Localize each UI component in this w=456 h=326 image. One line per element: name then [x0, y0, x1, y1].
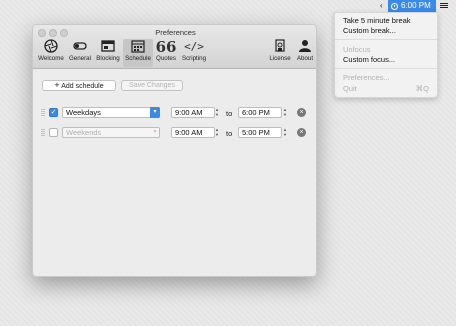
preferences-window: Preferences Welcome General Blocking Sch…	[32, 24, 317, 277]
chevron-down-icon: ▾	[150, 107, 160, 118]
tab-label: General	[68, 55, 91, 62]
tab-label: About	[296, 55, 314, 62]
days-select[interactable]: Weekends ▾	[62, 127, 160, 138]
certificate-icon	[267, 39, 293, 55]
start-time-field[interactable]: 9:00 AM	[171, 107, 215, 118]
menu-item-custom-focus[interactable]: Custom focus...	[343, 55, 395, 64]
quote-icon: 66	[155, 38, 177, 56]
code-icon: </>	[184, 40, 204, 53]
tab-general[interactable]: General	[67, 39, 93, 67]
plus-icon: +	[54, 80, 60, 90]
tab-scripting[interactable]: </> Scripting	[179, 39, 209, 67]
menu-separator	[335, 68, 437, 69]
tab-welcome[interactable]: Welcome	[36, 39, 66, 67]
days-select[interactable]: Weekdays ▾	[62, 107, 160, 118]
person-icon	[294, 39, 316, 55]
menu-item-preferences: Preferences...	[343, 73, 390, 82]
status-item-time: 6:00 PM	[401, 1, 431, 10]
quit-shortcut: ⌘Q	[415, 84, 429, 93]
schedule-row: ✓ Weekdays ▾ 9:00 AM ▲ ▼ to 6:00 PM ▲ ▼ ×	[33, 106, 316, 120]
tab-about[interactable]: About	[294, 39, 316, 67]
start-time-field[interactable]: 9:00 AM	[171, 127, 215, 138]
schedule-enabled-checkbox[interactable]: ✓	[49, 108, 58, 117]
tab-label: Quotes	[156, 55, 176, 62]
chevron-down-icon: ▾	[153, 129, 157, 135]
chevron-left-icon[interactable]: ‹	[380, 1, 383, 10]
add-schedule-label: Add schedule	[61, 83, 104, 90]
menu-item-take-break[interactable]: Take 5 minute break	[343, 16, 411, 25]
tab-label: Blocking	[96, 55, 120, 62]
add-schedule-button[interactable]: + Add schedule	[42, 80, 116, 91]
end-time-stepper[interactable]: ▲ ▼	[282, 127, 288, 138]
tab-label: Scripting	[181, 55, 207, 62]
tab-label: License	[269, 55, 291, 62]
window-title: Preferences	[155, 28, 196, 37]
end-time-field[interactable]: 5:00 PM	[238, 127, 282, 138]
schedule-row: Weekends ▾ 9:00 AM ▲ ▼ to 5:00 PM ▲ ▼ ×	[33, 126, 316, 140]
title-bar: Preferences Welcome General Blocking Sch…	[33, 25, 316, 69]
status-item-timer[interactable]: 6:00 PM	[388, 0, 436, 12]
remove-schedule-icon[interactable]: ×	[297, 128, 306, 137]
remove-schedule-icon[interactable]: ×	[297, 108, 306, 117]
start-time-stepper[interactable]: ▲ ▼	[214, 107, 220, 118]
tab-schedule[interactable]: Schedule	[123, 39, 153, 67]
drag-handle-icon[interactable]	[41, 109, 45, 117]
aperture-icon	[36, 39, 66, 55]
tab-quotes[interactable]: 66 Quotes	[154, 39, 178, 67]
days-select-value: Weekends	[66, 128, 102, 137]
tab-label: Schedule	[125, 55, 151, 62]
end-time-stepper[interactable]: ▲ ▼	[282, 107, 288, 118]
status-menu: Take 5 minute break Custom break... Unfo…	[334, 12, 438, 98]
switch-icon	[67, 39, 93, 55]
browser-icon	[94, 39, 122, 55]
save-changes-button: Save Changes	[121, 80, 183, 91]
schedule-enabled-checkbox[interactable]	[49, 128, 58, 137]
tab-blocking[interactable]: Blocking	[94, 39, 122, 67]
calendar-icon	[123, 39, 153, 55]
to-label: to	[226, 129, 233, 138]
days-select-value: Weekdays	[66, 108, 101, 117]
clock-icon	[391, 2, 398, 10]
menu-item-custom-break[interactable]: Custom break...	[343, 26, 396, 35]
menu-separator	[335, 39, 437, 40]
tab-label: Welcome	[38, 55, 64, 62]
start-time-stepper[interactable]: ▲ ▼	[214, 127, 220, 138]
menu-item-quit: Quit	[343, 84, 357, 93]
drag-handle-icon[interactable]	[41, 129, 45, 137]
menu-bar: ‹ 6:00 PM	[0, 0, 456, 12]
to-label: to	[226, 109, 233, 118]
menu-item-unfocus: Unfocus	[343, 45, 371, 54]
tab-license[interactable]: License	[267, 39, 293, 67]
end-time-field[interactable]: 6:00 PM	[238, 107, 282, 118]
list-icon[interactable]	[438, 2, 448, 10]
